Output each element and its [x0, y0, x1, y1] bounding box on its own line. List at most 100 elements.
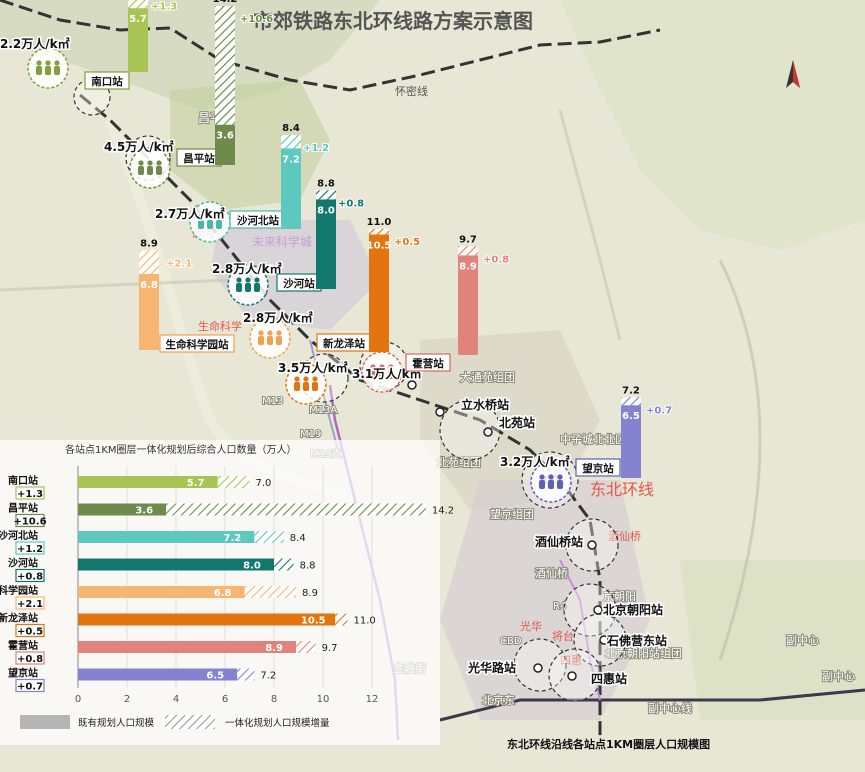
person-body-icon: [236, 283, 242, 292]
map-label: 副中心线: [648, 701, 692, 715]
existing-value-label: 3.6: [135, 506, 153, 517]
total-value-label: 11.0: [367, 217, 392, 228]
person-icon: [539, 474, 545, 480]
increment-bar: [335, 613, 348, 626]
station-marker: [483, 427, 493, 437]
increment-tag-label: +0.7: [17, 682, 43, 693]
increment-bar: [369, 228, 389, 235]
person-icon: [245, 277, 251, 283]
existing-value-label: 7.2: [282, 154, 300, 165]
person-body-icon: [557, 480, 563, 489]
increment-bar: [217, 476, 250, 488]
person-body-icon: [548, 480, 554, 489]
map-figure: 市郊铁路东北环线路方案示意图怀密线未来科学城昌平沙河生命科学大通苑组团中子城北北…: [0, 0, 865, 772]
increment-bar: [316, 190, 336, 200]
existing-bar: [78, 641, 297, 653]
x-tick-label: 6: [222, 694, 228, 705]
map-label: 怀密线: [395, 84, 428, 98]
increment-tag-label: +0.8: [17, 654, 43, 665]
category-label: 昌平站: [8, 502, 38, 515]
category-label: 南口站: [8, 474, 38, 487]
map-label: 中子城北北区: [560, 433, 626, 446]
existing-value-label: 5.7: [129, 14, 147, 25]
person-icon: [557, 474, 563, 480]
category-label: 生命科学园站: [0, 584, 38, 597]
chart-title: 各站点1KM圈层一体化规划后综合人口数量（万人）: [65, 443, 297, 456]
existing-value-label: 6.5: [622, 411, 640, 422]
density-label: 2.8万人/k㎡: [212, 261, 282, 276]
person-icon: [294, 376, 300, 382]
increment-bar: [458, 246, 478, 256]
total-value-label: 8.4: [282, 123, 300, 134]
existing-value-label: 7.2: [224, 533, 242, 544]
category-label: 沙河站: [8, 557, 38, 570]
station-label: 光华路站: [467, 660, 516, 675]
map-label: M13: [262, 396, 283, 407]
person-body-icon: [207, 220, 213, 229]
person-icon: [147, 160, 153, 166]
increment-bar: [296, 641, 316, 653]
map-label: 酒仙桥: [535, 567, 568, 580]
increment-tag-label: +2.1: [17, 599, 43, 610]
person-body-icon: [312, 382, 318, 391]
person-icon: [236, 277, 242, 283]
map-label: 大通苑组团: [460, 370, 515, 384]
station-name: 望京站: [582, 462, 614, 475]
person-icon: [36, 60, 42, 66]
x-tick-label: 0: [75, 694, 81, 705]
density-label: 2.2万人/k㎡: [0, 36, 70, 51]
person-body-icon: [276, 336, 282, 345]
station-name: 昌平站: [183, 152, 215, 165]
increment-bar: [244, 586, 297, 598]
person-body-icon: [303, 382, 309, 391]
map-label: 副中心: [786, 634, 819, 647]
person-body-icon: [216, 220, 222, 229]
category-label: 新龙泽站: [0, 612, 38, 625]
x-tick-label: 10: [317, 694, 330, 705]
x-tick-label: 12: [366, 694, 379, 705]
station-label: 石佛营东站: [606, 633, 667, 648]
person-icon: [548, 474, 554, 480]
density-label: 4.5万人/k㎡: [104, 139, 174, 154]
station-name: 沙河站: [283, 277, 315, 290]
total-value-label: 14.2: [213, 0, 238, 5]
density-label: 2.7万人/k㎡: [155, 206, 225, 221]
map-label: 望京组团: [490, 507, 534, 521]
category-label: 沙河北站: [0, 529, 38, 542]
station-marker: [435, 407, 445, 417]
category-label: 望京站: [8, 667, 38, 680]
increment-value-label: +10.6: [240, 14, 273, 25]
map-label: 东北环线: [590, 480, 654, 499]
person-body-icon: [254, 283, 260, 292]
increment-tag-label: +1.3: [17, 489, 43, 500]
person-icon: [54, 60, 60, 66]
increment-value-label: +0.8: [338, 198, 364, 209]
station-marker: [567, 671, 577, 681]
population-bar-chart: 各站点1KM圈层一体化规划后综合人口数量（万人） 0 2 4 6 8 10 12 南口站 +1.3…: [0, 440, 454, 745]
existing-value-label: 10.5: [367, 240, 392, 251]
increment-bar: [139, 250, 159, 274]
increment-bar: [237, 668, 255, 681]
increment-bar: [254, 531, 284, 543]
person-body-icon: [156, 166, 162, 175]
person-body-icon: [36, 66, 42, 75]
total-value-label: 11.0: [354, 616, 376, 627]
increment-value-label: +0.5: [394, 237, 420, 248]
increment-value-label: +1.2: [303, 143, 329, 154]
person-icon: [138, 160, 144, 166]
map-label: 将台: [552, 629, 574, 643]
total-value-label: 8.9: [140, 238, 158, 249]
legend-existing-label: 既有规划人口规模: [78, 717, 155, 729]
x-tick-label: 4: [173, 694, 179, 705]
increment-value-label: +0.8: [483, 254, 509, 265]
total-value-label: 7.2: [622, 385, 640, 396]
person-icon: [258, 330, 264, 336]
existing-value-label: 8.0: [243, 561, 261, 572]
existing-value-label: 6.5: [206, 671, 224, 682]
person-body-icon: [45, 66, 51, 75]
map-label: 光华: [520, 619, 542, 633]
person-body-icon: [198, 220, 204, 229]
legend-existing-swatch: [20, 715, 70, 729]
existing-value-label: 8.9: [459, 261, 477, 272]
station-marker: [407, 380, 417, 390]
